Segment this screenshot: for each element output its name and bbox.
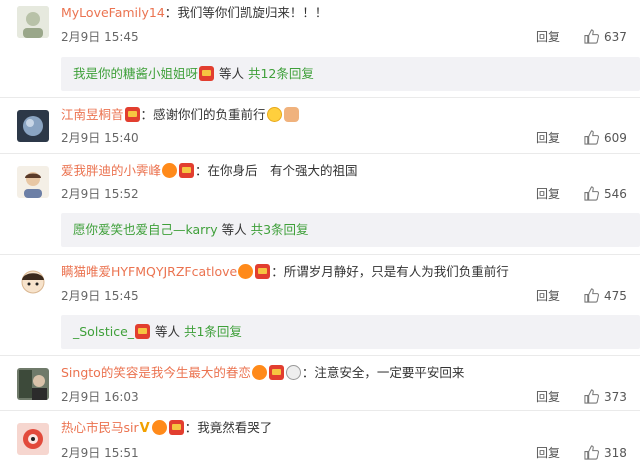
comment-text: 所谓岁月静好，只是有人为我们负重前行	[283, 264, 509, 279]
reply-button[interactable]: 回复	[536, 29, 560, 45]
avatar[interactable]	[17, 368, 49, 400]
avatar[interactable]	[17, 166, 49, 198]
thumbs-up-icon[interactable]	[584, 288, 599, 303]
comment-text: 注意安全，一定要平安回来	[314, 365, 465, 380]
reply-suffix: 等人	[215, 66, 244, 81]
vip-badge-icon	[255, 264, 271, 279]
reply-suffix: 等人	[217, 222, 247, 237]
fan-badge-icon	[238, 264, 254, 279]
reply-user-link[interactable]: _Solstice_	[73, 324, 134, 339]
vip-badge-icon	[135, 324, 151, 339]
vip-badge-icon	[168, 420, 184, 435]
separator: ：	[301, 365, 315, 380]
divider	[0, 97, 640, 98]
username-link[interactable]: 瞒猫唯爱HYFMQYJRZFcatlove	[61, 264, 237, 279]
vip-badge-icon	[179, 163, 195, 178]
divider	[0, 153, 640, 154]
comment-text: 在你身后 有个强大的祖国	[207, 163, 358, 178]
reply-summary[interactable]: 我是你的糖酱小姐姐呀 等人 共12条回复	[61, 57, 640, 91]
fan-badge-icon	[251, 365, 267, 380]
separator: ：	[184, 420, 198, 435]
comment-line: MyLoveFamily14：我们等你们凯旋归来！！！	[61, 4, 327, 22]
thumbs-up-icon[interactable]	[584, 445, 599, 460]
timestamp: 2月9日 15:51	[61, 446, 139, 460]
divider	[0, 254, 640, 255]
like-count: 609	[604, 131, 627, 145]
timestamp: 2月9日 15:40	[61, 131, 139, 145]
reply-user-link[interactable]: 我是你的糖酱小姐姐呀	[73, 66, 198, 81]
like-count: 546	[604, 187, 627, 201]
username-link[interactable]: 热心市民马sir	[61, 420, 139, 435]
timestamp: 2月9日 15:45	[61, 289, 139, 303]
comment-line: 热心市民马sirV ：我竟然看哭了	[61, 419, 272, 437]
comment-text: 感谢你们的负重前行	[153, 107, 266, 122]
username-link[interactable]: 江南昱桐音	[61, 107, 124, 122]
separator: ：	[140, 107, 154, 122]
username-link[interactable]: Singto的笑容是我今生最大的眷恋	[61, 365, 251, 380]
comment-text: 我竟然看哭了	[197, 420, 273, 435]
timestamp: 2月9日 16:03	[61, 390, 139, 404]
fist-emoji-icon	[283, 107, 299, 122]
thumbs-up-icon[interactable]	[584, 130, 599, 145]
like-count: 637	[604, 30, 627, 44]
separator: ：	[271, 264, 284, 279]
reply-count-link[interactable]: 共3条回复	[251, 222, 309, 237]
like-count: 373	[604, 390, 627, 404]
reply-button[interactable]: 回复	[536, 445, 560, 461]
reply-button[interactable]: 回复	[536, 186, 560, 202]
comment-line: 瞒猫唯爱HYFMQYJRZFcatlove ：所谓岁月静好，只是有人为我们负重前行	[61, 263, 509, 281]
fan-badge-icon	[151, 420, 167, 435]
separator: ：	[195, 163, 208, 178]
vip-badge-icon	[268, 365, 284, 380]
reply-button[interactable]: 回复	[536, 130, 560, 146]
thumbs-up-icon[interactable]	[584, 29, 599, 44]
timestamp: 2月9日 15:52	[61, 187, 139, 201]
separator: ：	[164, 5, 178, 20]
username-link[interactable]: 爱我胖迪的小霁峰	[61, 163, 161, 178]
username-link[interactable]: MyLoveFamily14	[61, 5, 165, 20]
like-count: 475	[604, 289, 627, 303]
avatar[interactable]	[17, 267, 49, 299]
thumbs-up-icon[interactable]	[584, 186, 599, 201]
divider	[0, 355, 640, 356]
fan-badge-icon	[162, 163, 178, 178]
avatar[interactable]	[17, 6, 49, 38]
reply-user-link[interactable]: 愿你爱笑也爱自己—karry	[73, 222, 218, 237]
reply-summary[interactable]: 愿你爱笑也爱自己—karry 等人 共3条回复	[61, 213, 640, 247]
vip-badge-icon	[199, 66, 215, 81]
reply-summary[interactable]: _Solstice_ 等人 共1条回复	[61, 315, 640, 349]
like-count: 318	[604, 446, 627, 460]
comment-line: 爱我胖迪的小霁峰 ：在你身后 有个强大的祖国	[61, 162, 358, 180]
reply-count-link[interactable]: 共12条回复	[248, 66, 314, 81]
comment-line: 江南昱桐音 ：感谢你们的负重前行	[61, 106, 300, 124]
thumbs-up-icon[interactable]	[584, 389, 599, 404]
timestamp: 2月9日 15:45	[61, 30, 139, 44]
reply-button[interactable]: 回复	[536, 288, 560, 304]
avatar[interactable]	[17, 423, 49, 455]
reply-count-link[interactable]: 共1条回复	[184, 324, 242, 339]
reply-suffix: 等人	[151, 324, 180, 339]
smile-emoji-icon	[266, 107, 282, 122]
panda-emoji-icon	[285, 365, 301, 380]
verified-v-icon: V	[139, 421, 150, 436]
reply-button[interactable]: 回复	[536, 389, 560, 405]
comment-line: Singto的笑容是我今生最大的眷恋 ：注意安全，一定要平安回来	[61, 364, 464, 382]
comment-text: 我们等你们凯旋归来！！！	[177, 5, 328, 20]
vip-badge-icon	[124, 107, 140, 122]
avatar[interactable]	[17, 110, 49, 142]
divider	[0, 410, 640, 411]
